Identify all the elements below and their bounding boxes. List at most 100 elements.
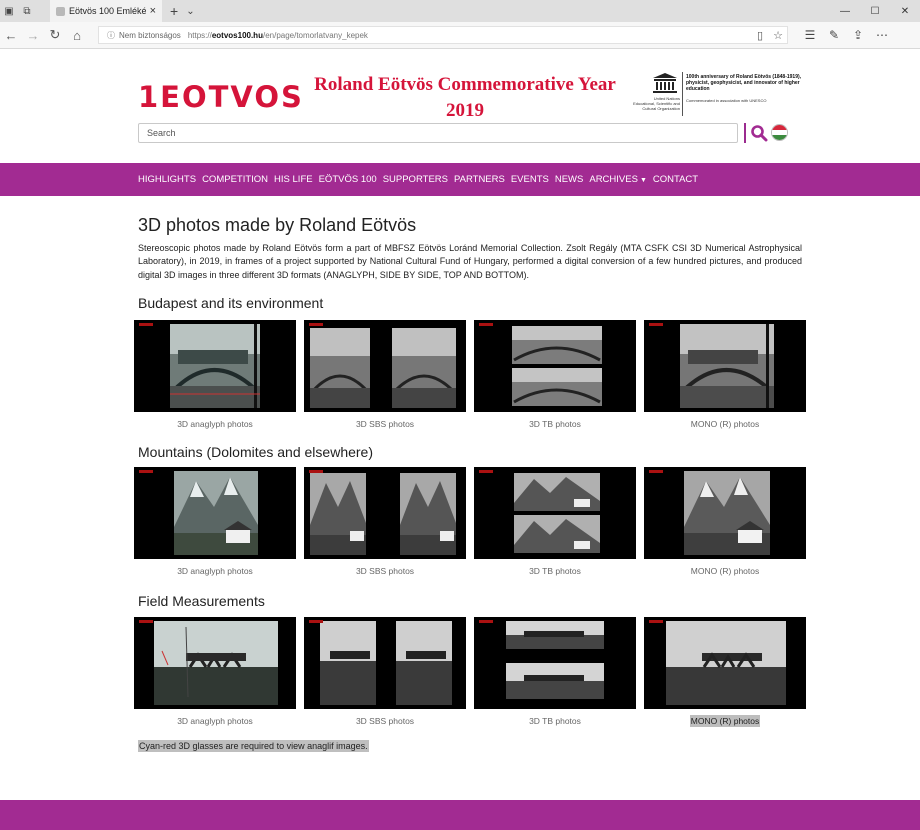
- nav-item-partners[interactable]: PARTNERS: [454, 174, 505, 185]
- tab-list-chevron-icon[interactable]: ⌄: [186, 6, 194, 17]
- photo-card[interactable]: 3D TB photos: [474, 320, 636, 429]
- nav-item-highlights[interactable]: HIGHLIGHTS: [138, 174, 196, 185]
- photo-caption[interactable]: MONO (R) photos: [644, 566, 806, 576]
- nav-item-contact[interactable]: CONTACT: [653, 174, 698, 185]
- glasses-note: Cyan-red 3D glasses are required to view…: [138, 740, 369, 752]
- minimize-icon[interactable]: —: [830, 6, 860, 17]
- photo-caption[interactable]: 3D TB photos: [474, 566, 636, 576]
- photo-card[interactable]: MONO (R) photos: [644, 467, 806, 576]
- tb-photo-thumbnail[interactable]: [474, 617, 636, 709]
- anaglyph-photo-thumbnail[interactable]: [134, 617, 296, 709]
- mountain-image: [684, 471, 770, 555]
- photo-id-tag: [479, 323, 493, 326]
- home-icon[interactable]: ⌂: [66, 28, 88, 43]
- photo-card[interactable]: 3D SBS photos: [304, 617, 466, 726]
- photo-caption[interactable]: 3D anaglyph photos: [134, 716, 296, 726]
- photo-card[interactable]: 3D SBS photos: [304, 467, 466, 576]
- mono-photo-thumbnail[interactable]: [644, 320, 806, 412]
- nav-item-news[interactable]: NEWS: [555, 174, 584, 185]
- photo-caption[interactable]: 3D anaglyph photos: [134, 419, 296, 429]
- search-icon[interactable]: [750, 124, 768, 142]
- nav-item-supporters[interactable]: SUPPORTERS: [383, 174, 448, 185]
- url-domain: eotvos100.hu: [211, 30, 263, 40]
- url-path: /en/page/tomorlatvany_kepek: [262, 30, 368, 40]
- site-logo[interactable]: 1EOTVOS: [138, 80, 304, 114]
- window-menu-icon[interactable]: ▣: [0, 6, 18, 17]
- photo-grid-budapest: 3D anaglyph photos 3D SBS photos 3D TB p…: [134, 320, 806, 429]
- bridge-image: [310, 328, 456, 408]
- photo-card[interactable]: MONO (R) photos: [644, 320, 806, 429]
- photo-caption[interactable]: 3D SBS photos: [304, 419, 466, 429]
- favorites-list-icon[interactable]: ☰: [798, 28, 822, 42]
- maximize-icon[interactable]: ☐: [860, 6, 890, 17]
- info-icon[interactable]: ⓘ: [107, 30, 115, 41]
- bridge-image: [512, 326, 602, 406]
- nav-item-his-life[interactable]: HIS LIFE: [274, 174, 313, 185]
- not-secure-label: Nem biztonságos: [119, 30, 181, 40]
- anaglyph-photo-thumbnail[interactable]: [134, 320, 296, 412]
- photo-caption[interactable]: 3D SBS photos: [304, 716, 466, 726]
- sbs-photo-thumbnail[interactable]: [304, 320, 466, 412]
- section-title-budapest: Budapest and its environment: [138, 295, 324, 311]
- tb-photo-thumbnail[interactable]: [474, 320, 636, 412]
- nav-item-events[interactable]: EVENTS: [511, 174, 549, 185]
- photo-card[interactable]: 3D TB photos: [474, 467, 636, 576]
- more-icon[interactable]: ⋯: [870, 28, 894, 42]
- browser-tab[interactable]: Eötvös 100 Emlékév - E( ×: [50, 0, 162, 22]
- window-controls: — ☐ ✕: [830, 0, 920, 22]
- photo-id-tag: [479, 470, 493, 473]
- caret-down-icon: ▼: [639, 177, 647, 184]
- photo-card[interactable]: 3D anaglyph photos: [134, 320, 296, 429]
- search-input[interactable]: [138, 123, 738, 143]
- hungarian-flag-icon[interactable]: [771, 124, 788, 141]
- mono-photo-thumbnail[interactable]: [644, 467, 806, 559]
- nav-item-competition[interactable]: COMPETITION: [202, 174, 268, 185]
- close-window-icon[interactable]: ✕: [890, 6, 920, 17]
- photo-card[interactable]: 3D anaglyph photos: [134, 617, 296, 726]
- photo-caption[interactable]: 3D anaglyph photos: [134, 566, 296, 576]
- refresh-icon[interactable]: ↻: [44, 27, 66, 43]
- mono-photo-thumbnail[interactable]: [644, 617, 806, 709]
- photo-card[interactable]: 3D SBS photos: [304, 320, 466, 429]
- site-title-year: 2019: [446, 100, 484, 121]
- sbs-photo-thumbnail[interactable]: [304, 617, 466, 709]
- share-icon[interactable]: ⇪: [846, 28, 870, 42]
- bridge-image: [680, 324, 774, 408]
- nav-item-eotvos-100[interactable]: EÖTVÖS 100: [319, 174, 377, 185]
- tb-photo-thumbnail[interactable]: [474, 467, 636, 559]
- new-tab-icon[interactable]: +: [170, 3, 178, 19]
- back-arrow-icon[interactable]: ←: [0, 28, 22, 43]
- forward-arrow-icon[interactable]: →: [22, 28, 44, 43]
- url-field[interactable]: ⓘ Nem biztonságos https:// eotvos100.hu …: [98, 26, 788, 44]
- favorite-star-icon[interactable]: ☆: [769, 29, 787, 42]
- photo-caption[interactable]: 3D TB photos: [474, 419, 636, 429]
- field-image: [666, 621, 786, 705]
- reading-view-icon[interactable]: ▯: [751, 29, 769, 42]
- tab-preview-icon[interactable]: ⧉: [18, 6, 36, 17]
- anaglyph-photo-thumbnail[interactable]: [134, 467, 296, 559]
- photo-caption[interactable]: MONO (R) photos: [644, 715, 806, 727]
- photo-caption[interactable]: 3D TB photos: [474, 716, 636, 726]
- address-bar-row: ← → ↻ ⌂ ⓘ Nem biztonságos https:// eotvo…: [0, 22, 920, 49]
- photo-id-tag: [309, 620, 323, 623]
- photo-id-tag: [479, 620, 493, 623]
- page-content: 3D photos made by Roland Eötvös Stereosc…: [138, 215, 802, 282]
- photo-caption[interactable]: MONO (R) photos: [644, 419, 806, 429]
- close-tab-icon[interactable]: ×: [150, 5, 156, 17]
- site-footer: [0, 800, 920, 830]
- favicon-icon: [56, 6, 65, 16]
- photo-id-tag: [649, 470, 663, 473]
- page-title: 3D photos made by Roland Eötvös: [138, 215, 417, 235]
- sbs-photo-thumbnail[interactable]: [304, 467, 466, 559]
- photo-caption[interactable]: 3D SBS photos: [304, 566, 466, 576]
- field-image: [154, 621, 278, 705]
- pen-icon[interactable]: ✎: [822, 28, 846, 42]
- unesco-badge[interactable]: United Nations Educational, Scientific a…: [632, 70, 802, 120]
- photo-card[interactable]: 3D anaglyph photos: [134, 467, 296, 576]
- intro-paragraph: Stereoscopic photos made by Roland Eötvö…: [138, 243, 802, 280]
- photo-card[interactable]: MONO (R) photos: [644, 617, 806, 727]
- photo-card[interactable]: 3D TB photos: [474, 617, 636, 726]
- nav-item-archives[interactable]: ARCHIVES ▼: [589, 174, 647, 185]
- section-title-field-measurements: Field Measurements: [138, 593, 265, 609]
- tab-title: Eötvös 100 Emlékév - E(: [69, 6, 146, 16]
